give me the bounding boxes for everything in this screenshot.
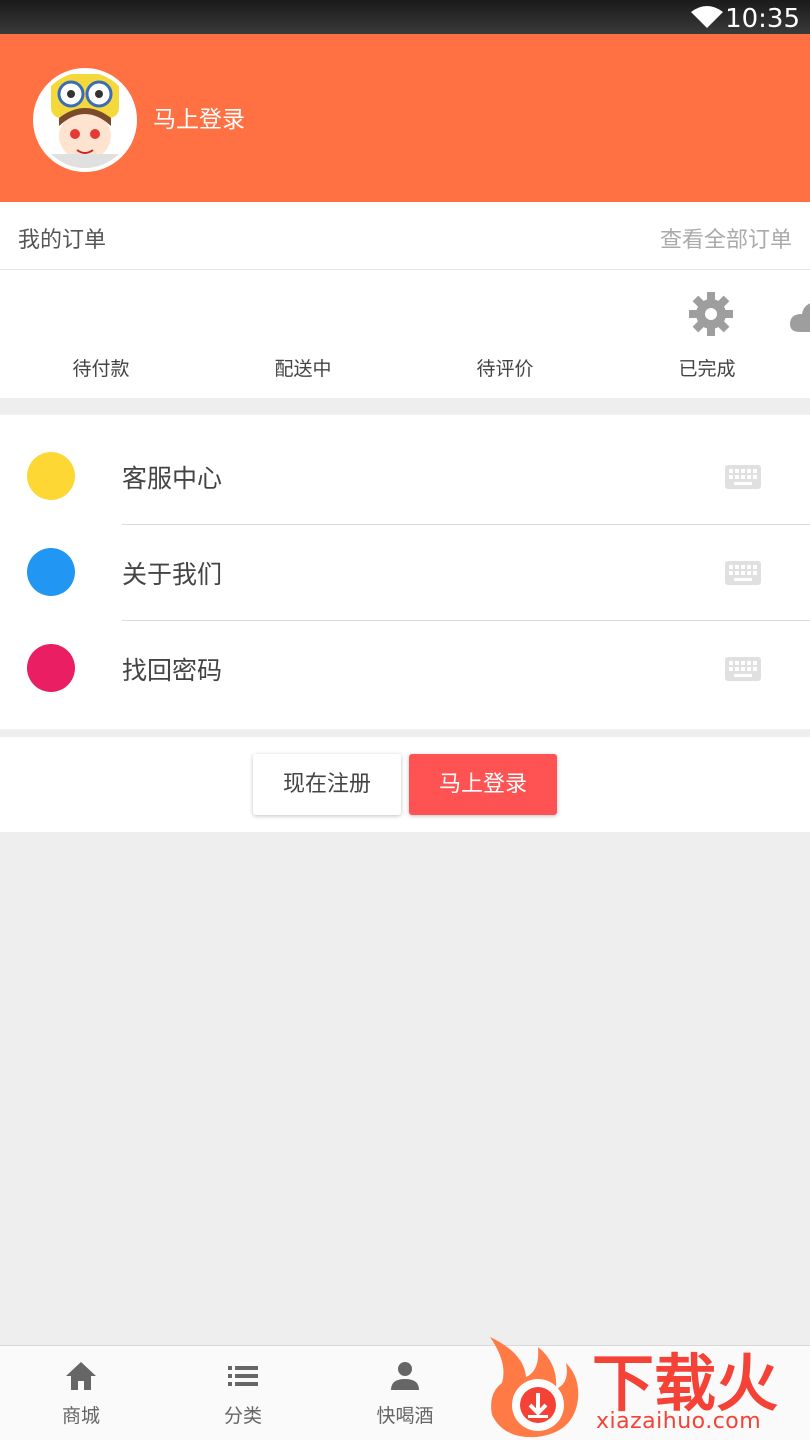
login-button[interactable]: 马上登录 <box>409 754 557 815</box>
blue-dot-icon <box>27 548 75 596</box>
pink-dot-icon <box>27 644 75 692</box>
my-orders-bar: 我的订单 查看全部订单 <box>0 202 810 270</box>
order-status-delivering[interactable]: 配送中 <box>202 270 404 398</box>
my-orders-title: 我的订单 <box>18 228 107 253</box>
tab-quick-drink[interactable]: 快喝酒 <box>324 1346 486 1440</box>
tab-label: 快喝酒 <box>376 1405 434 1427</box>
order-status-label: 待评价 <box>476 358 534 380</box>
avatar-image <box>37 72 133 168</box>
header-login-link[interactable]: 马上登录 <box>153 100 245 134</box>
flame-logo-icon <box>490 1337 579 1438</box>
menu-item-customer-service[interactable]: 客服中心 <box>0 415 810 525</box>
menu-item-label: 找回密码 <box>122 656 223 685</box>
auth-actions: 现在注册 马上登录 <box>0 737 810 832</box>
cloud-icon <box>790 303 810 332</box>
list-icon <box>228 1366 258 1386</box>
order-status-label: 待付款 <box>72 358 130 380</box>
keyboard-icon <box>725 657 761 681</box>
person-icon <box>391 1362 419 1390</box>
menu-list: 客服中心 关于我们 找回密码 <box>0 415 810 729</box>
keyboard-icon <box>725 465 761 489</box>
order-status-label: 已完成 <box>678 358 736 380</box>
order-status-pending-payment[interactable]: 待付款 <box>0 270 202 398</box>
gear-icon <box>689 292 733 336</box>
view-all-orders-link[interactable]: 查看全部订单 <box>660 222 792 254</box>
home-icon <box>66 1362 96 1390</box>
profile-header: 马上登录 <box>0 34 810 202</box>
watermark-logo: 下载火 xiazaihuo.com <box>478 1333 810 1440</box>
menu-item-about-us[interactable]: 关于我们 <box>0 511 810 621</box>
menu-item-label: 关于我们 <box>122 560 223 589</box>
menu-item-label: 客服中心 <box>122 464 223 493</box>
tab-category[interactable]: 分类 <box>162 1346 324 1440</box>
order-status-completed[interactable]: 已完成 <box>606 270 808 398</box>
status-time: 10:35 <box>725 4 800 34</box>
register-button[interactable]: 现在注册 <box>253 754 401 815</box>
avatar[interactable] <box>33 68 137 172</box>
watermark-site: xiazaihuo.com <box>596 1409 762 1434</box>
tab-label: 分类 <box>223 1405 262 1427</box>
order-status-to-review[interactable]: 待评价 <box>404 270 606 398</box>
keyboard-icon <box>725 561 761 585</box>
order-status-label: 配送中 <box>274 358 332 380</box>
wifi-icon <box>691 6 723 28</box>
menu-item-recover-password[interactable]: 找回密码 <box>0 607 810 703</box>
tab-label: 商城 <box>61 1405 100 1427</box>
yellow-dot-icon <box>27 452 75 500</box>
order-status-row: 待付款 配送中 待评价 已完成 <box>0 270 810 398</box>
status-bar: 10:35 <box>0 0 810 34</box>
tab-mall[interactable]: 商城 <box>0 1346 162 1440</box>
